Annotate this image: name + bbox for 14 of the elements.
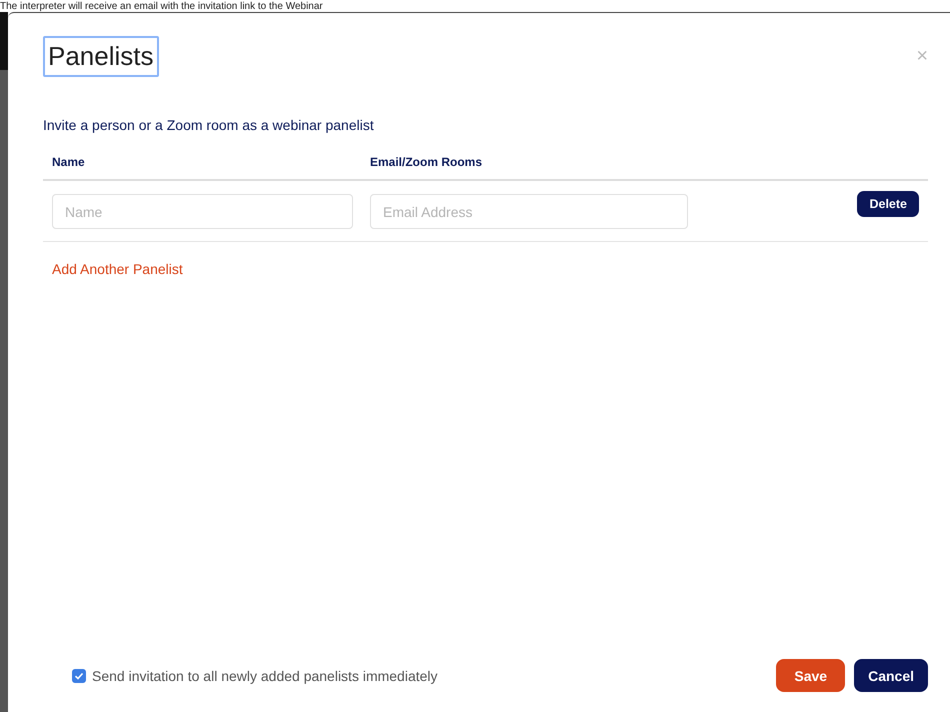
check-icon bbox=[74, 670, 84, 680]
checkbox[interactable] bbox=[72, 668, 86, 682]
cancel-button[interactable]: Cancel bbox=[854, 659, 928, 692]
save-button[interactable]: Save bbox=[776, 659, 846, 692]
dialog-subtitle: Invite a person or a Zoom room as a webinar panelist bbox=[43, 117, 375, 133]
name-field[interactable]: Name bbox=[52, 194, 353, 229]
background-text: The interpreter will receive an email with the invitation link to the Webinar bbox=[0, 0, 323, 12]
column-header: Email/Zoom Rooms bbox=[370, 155, 484, 169]
column-header: Name bbox=[52, 155, 86, 169]
checkbox-label: Send invitation to all newly added panelists immediately bbox=[92, 668, 438, 684]
email-field[interactable]: Email Address bbox=[370, 194, 688, 229]
dialog-title: Panelists bbox=[43, 36, 158, 77]
delete-button[interactable]: Delete bbox=[857, 191, 919, 217]
add-panelist-link[interactable]: Add Another Panelist bbox=[52, 261, 183, 277]
